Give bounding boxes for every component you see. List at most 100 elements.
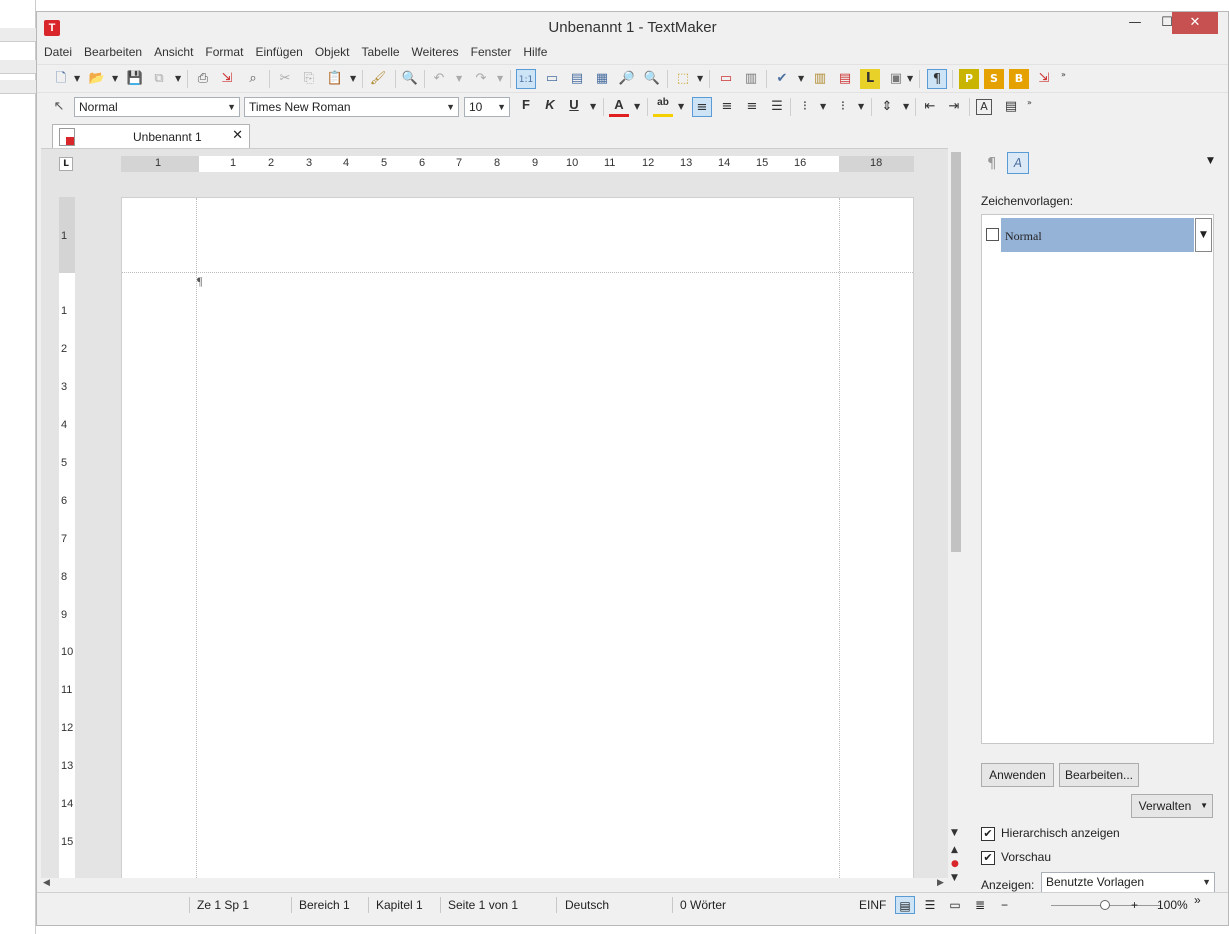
menu-ansicht[interactable]: Ansicht <box>147 42 198 59</box>
presentations-icon[interactable]: P <box>959 69 979 89</box>
chevron-down-icon[interactable]: ▼ <box>446 100 455 114</box>
menu-objekt[interactable]: Objekt <box>308 42 355 59</box>
redo-icon[interactable]: ↷ <box>471 69 491 89</box>
scroll-left-icon[interactable]: ◀ <box>43 878 50 888</box>
browse-object-icon[interactable]: ● <box>951 859 959 869</box>
numbered-list-icon[interactable]: ⁝ <box>833 97 853 117</box>
preview-checkbox[interactable]: ✔ <box>981 851 995 865</box>
scroll-down-icon[interactable]: ▼ <box>951 828 958 838</box>
zoom-slider-handle[interactable] <box>1100 900 1110 910</box>
align-left-icon[interactable]: ≡ <box>692 97 712 117</box>
italic-button[interactable]: K <box>540 97 560 117</box>
show-formatting-marks-icon[interactable]: ¶ <box>927 69 947 89</box>
save-all-icon[interactable]: ⧉ <box>149 69 169 89</box>
chevron-down-icon[interactable]: ▼ <box>820 97 826 117</box>
chevron-down-icon[interactable]: ▼ <box>497 100 506 114</box>
outline-view-icon[interactable]: ≣ <box>970 896 990 914</box>
font-size-select[interactable]: 10 ▼ <box>464 97 510 117</box>
paste-icon[interactable]: 📋 <box>325 69 345 89</box>
tab-stop-selector[interactable]: L <box>59 157 73 171</box>
menu-fenster[interactable]: Fenster <box>464 42 517 59</box>
title-bar[interactable]: T Unbenannt 1 - TextMaker — ☐ ✕ <box>37 12 1228 42</box>
menu-hilfe[interactable]: Hilfe <box>516 42 552 59</box>
horizontal-ruler[interactable]: 1 1 2 3 4 5 6 7 8 9 10 11 12 13 14 15 16… <box>121 156 914 172</box>
menu-datei[interactable]: Datei <box>37 42 77 59</box>
print-preview-icon[interactable]: ⌕ <box>243 69 263 89</box>
chevron-down-icon[interactable]: ▼ <box>112 69 118 89</box>
menu-einfuegen[interactable]: Einfügen <box>248 42 307 59</box>
open-folder-icon[interactable]: 📂 <box>87 69 107 89</box>
chevron-down-icon[interactable]: ▼ <box>697 69 703 89</box>
scrollbar-thumb[interactable] <box>951 152 961 552</box>
chevron-down-icon[interactable]: ▼ <box>1202 875 1211 889</box>
font-color-button[interactable]: A <box>609 97 629 117</box>
hierarchical-checkbox[interactable]: ✔ <box>981 827 995 841</box>
scroll-right-icon[interactable]: ▶ <box>937 878 944 888</box>
copy-icon[interactable]: ⎘ <box>299 69 319 89</box>
decrease-indent-icon[interactable]: ⇤ <box>920 97 940 117</box>
style-list[interactable]: Normal ▼ <box>981 214 1214 744</box>
chevron-down-icon[interactable]: ▼ <box>497 69 503 89</box>
chevron-down-icon[interactable]: ▼ <box>903 97 909 117</box>
menu-tabelle[interactable]: Tabelle <box>355 42 405 59</box>
horizontal-scrollbar[interactable]: ◀ ▶ <box>41 878 948 892</box>
overflow-icon[interactable]: » <box>1194 893 1201 907</box>
status-language[interactable]: Deutsch <box>565 898 609 912</box>
chevron-down-icon[interactable]: ▼ <box>227 100 236 114</box>
paragraph-format-icon[interactable]: ▤ <box>1001 97 1021 117</box>
underline-button[interactable]: U <box>564 97 584 117</box>
pdf-export-icon[interactable]: ⇲ <box>217 69 237 89</box>
duden-icon[interactable]: L <box>860 69 880 89</box>
font-family-select[interactable]: Times New Roman ▼ <box>244 97 459 117</box>
toolbar-overflow-icon[interactable]: » <box>1061 65 1066 85</box>
save-icon[interactable]: 💾 <box>125 69 145 89</box>
spellcheck-icon[interactable]: ✔ <box>772 69 792 89</box>
menu-weiteres[interactable]: Weiteres <box>405 42 464 59</box>
increase-indent-icon[interactable]: ⇥ <box>944 97 964 117</box>
chevron-down-icon[interactable]: ▼ <box>456 69 462 89</box>
pdf-tools-icon[interactable]: ⇲ <box>1034 69 1054 89</box>
planmaker-icon[interactable]: S <box>984 69 1004 89</box>
insert-frame-icon[interactable]: ⬚ <box>673 69 693 89</box>
form-field-icon[interactable]: ▭ <box>716 69 736 89</box>
chevron-down-icon[interactable]: ▼ <box>907 69 913 89</box>
cut-icon[interactable]: ✂ <box>275 69 295 89</box>
align-right-icon[interactable]: ≡ <box>742 97 762 117</box>
menu-bearbeiten[interactable]: Bearbeiten <box>77 42 147 59</box>
align-justify-icon[interactable]: ☰ <box>767 97 787 117</box>
zoom-level[interactable]: 100% <box>1157 898 1188 912</box>
zoom-in-icon[interactable]: 🔎 <box>617 69 637 89</box>
page-break-icon[interactable]: ▥ <box>741 69 761 89</box>
search-icon[interactable]: 🔍 <box>400 69 420 89</box>
align-center-icon[interactable]: ≡ <box>717 97 737 117</box>
translate-icon[interactable]: ▣ <box>886 69 906 89</box>
text-width-icon[interactable]: ▤ <box>567 69 587 89</box>
chevron-down-icon[interactable]: ▼ <box>350 69 356 89</box>
next-page-icon[interactable]: ▼ <box>951 873 958 883</box>
chevron-down-icon[interactable]: ▼ <box>590 97 596 117</box>
basicmaker-icon[interactable]: B <box>1009 69 1029 89</box>
new-document-icon[interactable]: 🗋 <box>51 69 71 89</box>
line-spacing-icon[interactable]: ⇕ <box>877 97 897 117</box>
close-button[interactable]: ✕ <box>1172 12 1218 34</box>
page-width-icon[interactable]: ▭ <box>542 69 562 89</box>
undo-icon[interactable]: ↶ <box>429 69 449 89</box>
continuous-view-icon[interactable]: ☰ <box>920 896 940 914</box>
chevron-down-icon[interactable]: ▼ <box>74 69 80 89</box>
menu-format[interactable]: Format <box>198 42 248 59</box>
zoom-out-icon[interactable]: − <box>1001 898 1008 912</box>
tab-unbenannt-1[interactable]: Unbenannt 1 ✕ <box>52 124 250 148</box>
bold-button[interactable]: F <box>516 97 536 117</box>
zoom-100-icon[interactable]: 1:1 <box>516 69 536 89</box>
print-icon[interactable]: ⎙ <box>193 69 213 89</box>
chevron-down-icon[interactable]: ▼ <box>858 97 864 117</box>
library-icon[interactable]: ▥ <box>810 69 830 89</box>
zoom-out-icon[interactable]: 🔍 <box>642 69 662 89</box>
edit-style-button[interactable]: Bearbeiten... <box>1059 763 1139 787</box>
character-format-icon[interactable]: A <box>976 99 992 115</box>
pointer-icon[interactable]: ↖ <box>49 97 69 117</box>
style-item-normal[interactable]: Normal <box>1001 218 1194 252</box>
character-styles-icon[interactable]: A <box>1007 152 1029 174</box>
zoom-in-icon[interactable]: + <box>1131 898 1138 912</box>
chevron-down-icon[interactable]: ▼ <box>175 69 181 89</box>
